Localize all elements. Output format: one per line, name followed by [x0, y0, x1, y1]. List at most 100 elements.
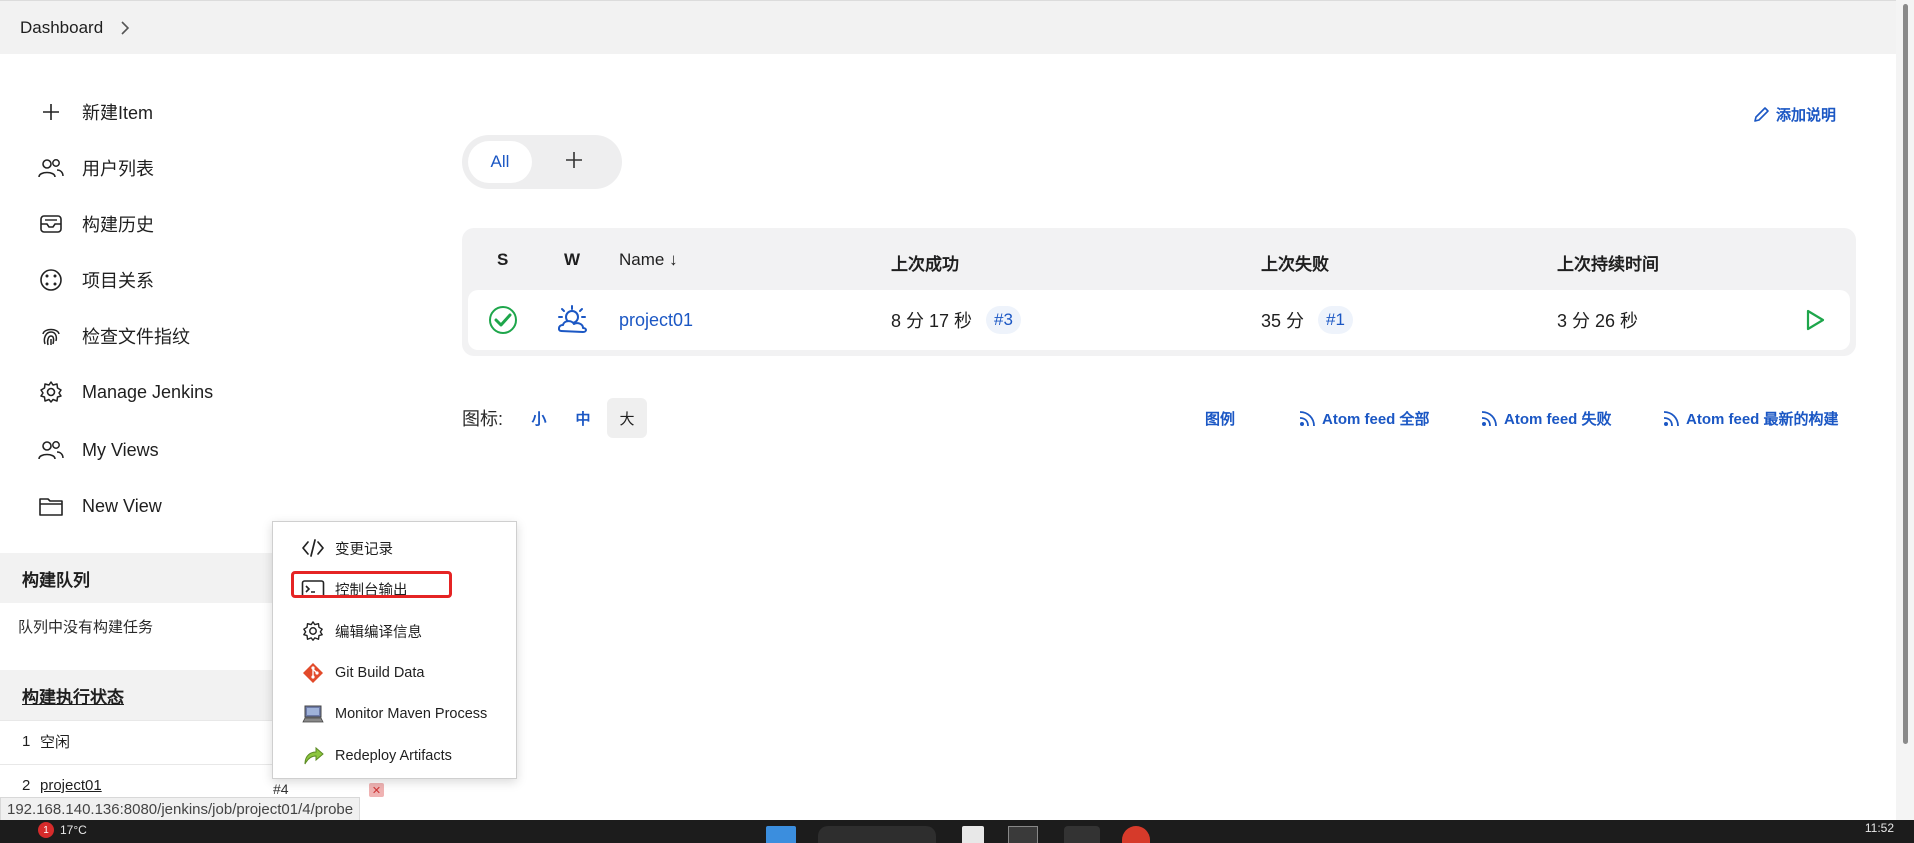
stop-build-icon[interactable]: ✕ [369, 783, 384, 797]
sidebar-item-label: Manage Jenkins [82, 381, 214, 402]
sidebar-item-users[interactable]: 用户列表 [38, 148, 154, 188]
sidebar-item-label: 新建Item [82, 103, 154, 123]
executor-number: 1 [22, 733, 31, 750]
rss-icon [1298, 410, 1316, 428]
add-view-tab[interactable] [542, 141, 606, 183]
scrollbar-thumb[interactable] [1903, 4, 1908, 744]
sidebar-item-new-view[interactable]: New View [38, 486, 162, 526]
atom-feed-all-link[interactable]: Atom feed 全部 [1298, 408, 1430, 429]
weather-temperature: 17°C [60, 823, 87, 837]
atom-feed-latest-link[interactable]: Atom feed 最新的构建 [1662, 408, 1839, 429]
taskbar-weather[interactable]: 1 17°C [38, 822, 87, 838]
gear-icon [38, 379, 64, 405]
build-now-play-icon[interactable] [1804, 290, 1826, 350]
legend-link[interactable]: 图例 [1205, 408, 1235, 429]
computer-icon [301, 702, 325, 726]
executor-job-link[interactable]: project01 [40, 777, 102, 794]
last-duration: 3 分 26 秒 [1557, 311, 1639, 331]
add-description-link[interactable]: 添加说明 [1752, 104, 1836, 125]
col-header-weather[interactable]: W [564, 250, 580, 270]
menu-item-edit-build-info[interactable]: 编辑编译信息 [301, 616, 422, 646]
executor-build-number[interactable]: #4 [273, 781, 289, 797]
redeploy-icon [301, 744, 325, 768]
success-status-icon [488, 290, 518, 350]
notification-badge: 1 [38, 822, 54, 838]
menu-item-redeploy-artifacts[interactable]: Redeploy Artifacts [301, 741, 452, 771]
icon-size-large[interactable]: 大 [607, 398, 648, 438]
plus-icon [38, 99, 64, 125]
sidebar-item-fingerprint[interactable]: 检查文件指纹 [38, 316, 190, 356]
icon-size-small[interactable]: 小 [519, 398, 559, 438]
app-icon[interactable] [1122, 826, 1150, 843]
menu-item-label: Redeploy Artifacts [335, 748, 452, 764]
last-success-build-badge[interactable]: #3 [986, 306, 1021, 334]
table-row: project01 8 分 17 秒 #3 35 分 #1 3 分 26 秒 [468, 290, 1850, 350]
build-context-menu: 变更记录 控制台输出 编辑编译信息 Git Build Data Monitor… [272, 521, 517, 779]
col-header-status[interactable]: S [497, 250, 508, 270]
breadcrumb-dashboard[interactable]: Dashboard [20, 18, 103, 38]
build-queue-title: 构建队列 [22, 570, 90, 590]
atom-feed-latest-label: Atom feed 最新的构建 [1686, 411, 1839, 428]
atom-feed-failed-label: Atom feed 失败 [1504, 411, 1612, 428]
fingerprint-icon [38, 323, 64, 349]
menu-item-label: Git Build Data [335, 665, 425, 681]
sidebar-item-label: 用户列表 [82, 159, 154, 179]
tab-all[interactable]: All [468, 141, 532, 183]
executor-number: 2 [22, 777, 31, 794]
job-link-project01[interactable]: project01 [619, 310, 693, 331]
gear-icon [301, 619, 325, 643]
menu-item-monitor-maven[interactable]: Monitor Maven Process [301, 699, 487, 729]
build-queue-empty: 队列中没有构建任务 [18, 619, 154, 636]
status-bar-url: 192.168.140.136:8080/jenkins/job/project… [0, 797, 361, 821]
col-header-name[interactable]: Name ↓ [619, 250, 678, 270]
taskbar: 1 17°C 11:52 [0, 820, 1914, 843]
menu-item-label: 编辑编译信息 [335, 624, 422, 641]
pencil-icon [1752, 106, 1770, 124]
users-icon [38, 437, 64, 463]
rss-icon [1480, 410, 1498, 428]
git-icon [301, 661, 325, 685]
sidebar-item-my-views[interactable]: My Views [38, 430, 159, 470]
sidebar-item-label: My Views [82, 439, 159, 460]
menu-item-changes[interactable]: 变更记录 [301, 533, 393, 563]
sidebar-item-label: New View [82, 495, 162, 516]
chevron-right-icon[interactable] [119, 20, 133, 35]
add-description-label: 添加说明 [1776, 107, 1837, 124]
icon-size-medium[interactable]: 中 [563, 398, 603, 438]
sidebar-item-new-item[interactable]: 新建Item [38, 92, 153, 132]
atom-feed-all-label: Atom feed 全部 [1322, 411, 1430, 428]
sidebar-item-project-relations[interactable]: 项目关系 [38, 260, 154, 300]
col-header-last-duration[interactable]: 上次持续时间 [1557, 250, 1659, 275]
executor-status: 空闲 [40, 734, 71, 751]
last-success-time: 8 分 17 秒 [891, 311, 973, 331]
view-tabs: All [462, 135, 622, 189]
sidebar-item-build-history[interactable]: 构建历史 [38, 204, 154, 244]
browser-app-icon[interactable] [1064, 826, 1100, 843]
users-icon [38, 155, 64, 181]
icon-size-label: 图标: [462, 409, 504, 429]
start-icon[interactable] [766, 826, 796, 843]
plus-icon [565, 151, 583, 174]
last-failure-build-badge[interactable]: #1 [1318, 306, 1353, 334]
col-header-last-failure[interactable]: 上次失败 [1261, 250, 1329, 275]
last-failure-time: 35 分 [1261, 311, 1305, 331]
inbox-icon [38, 211, 64, 237]
scrollbar[interactable] [1896, 0, 1914, 820]
file-explorer-icon[interactable] [962, 826, 984, 843]
sidebar-item-label: 构建历史 [82, 215, 154, 235]
terminal-app-icon[interactable] [1008, 826, 1038, 843]
col-header-last-success[interactable]: 上次成功 [891, 250, 959, 275]
rss-icon [1662, 410, 1680, 428]
menu-item-git-build-data[interactable]: Git Build Data [301, 658, 424, 688]
breadcrumb: Dashboard [0, 0, 1896, 54]
menu-item-label: 变更记录 [335, 541, 393, 558]
menu-item-label: Monitor Maven Process [335, 706, 488, 722]
relation-icon [38, 267, 64, 293]
sidebar-item-label: 检查文件指纹 [82, 327, 190, 347]
icon-size-selector: 图标: 小 中 大 [462, 398, 648, 438]
sidebar-item-manage-jenkins[interactable]: Manage Jenkins [38, 372, 213, 412]
taskbar-clock[interactable]: 11:52 [1865, 821, 1894, 835]
jobs-table: S W Name ↓ 上次成功 上次失败 上次持续时间 project01 8 … [462, 228, 1856, 356]
search-box[interactable] [818, 826, 936, 843]
atom-feed-failed-link[interactable]: Atom feed 失败 [1480, 408, 1612, 429]
